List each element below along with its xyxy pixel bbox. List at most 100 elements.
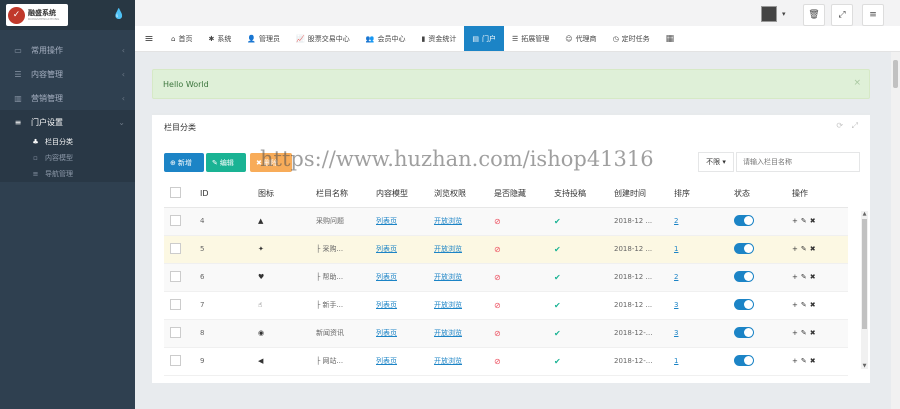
sort-link[interactable]: 1 (674, 357, 678, 365)
add-child-icon[interactable]: + (792, 217, 801, 225)
tab-system[interactable]: ✱ 系统 (200, 26, 239, 51)
edit-icon[interactable]: ✎ (801, 357, 810, 365)
tab-admin[interactable]: 👤 管理员 (239, 26, 288, 51)
add-child-icon[interactable]: + (792, 273, 801, 281)
more-tabs-button[interactable]: ▦ (658, 26, 683, 51)
edit-icon[interactable]: ✎ (801, 245, 810, 253)
sort-link[interactable]: 3 (674, 301, 678, 309)
status-toggle[interactable] (734, 214, 754, 226)
fullscreen-icon[interactable]: ⤢ (852, 121, 858, 130)
permission-link[interactable]: 开放浏览 (434, 217, 462, 225)
edit-icon[interactable]: ✎ (801, 301, 810, 309)
close-icon[interactable]: × (853, 78, 861, 88)
sort-link[interactable]: 2 (674, 217, 678, 225)
model-link[interactable]: 列表页 (376, 273, 397, 281)
sidebar-item-portal[interactable]: ≡ 门户设置 ⌄ (0, 110, 135, 134)
row-checkbox[interactable] (170, 326, 181, 338)
permission-link[interactable]: 开放浏览 (434, 301, 462, 309)
column-header[interactable]: 创建时间 (608, 181, 668, 208)
delete-icon[interactable]: ✖ (810, 217, 819, 225)
tab-cron[interactable]: ◷ 定时任务 (605, 26, 658, 51)
trash-button[interactable]: 🗑 (803, 4, 825, 26)
column-header[interactable]: ID (194, 181, 252, 208)
tab-stock[interactable]: 📈 股票交易中心 (288, 26, 358, 51)
tab-portal[interactable]: ▤ 门户 (464, 26, 504, 51)
table-row[interactable]: 9 ◀ ├ 网站... 列表页 开放浏览 ⊘ ✔ 2018-12-... 1 +… (164, 347, 848, 376)
sidebar-subitem-model[interactable]: ▫ 内容模型 (0, 150, 135, 166)
column-header[interactable]: 浏览权限 (428, 181, 488, 208)
status-toggle[interactable] (734, 326, 754, 338)
row-checkbox[interactable] (170, 270, 181, 282)
status-toggle[interactable] (734, 354, 754, 366)
caret-down-icon[interactable]: ▾ (782, 10, 786, 18)
sort-link[interactable]: 1 (674, 245, 678, 253)
sidebar-toggle[interactable]: ≡ (135, 26, 163, 51)
edit-button[interactable]: ✎ 编辑 (206, 153, 246, 172)
column-header[interactable]: 图标 (252, 181, 310, 208)
delete-icon[interactable]: ✖ (810, 245, 819, 253)
select-all-checkbox[interactable] (164, 181, 194, 208)
delete-icon[interactable]: ✖ (810, 357, 819, 365)
table-row[interactable]: 5 ✦ ├ 采购... 列表页 开放浏览 ⊘ ✔ 2018-12 ... 1 +… (164, 235, 848, 264)
status-toggle[interactable] (734, 298, 754, 310)
sidebar-item-common[interactable]: ▭ 常用操作 ‹ (0, 38, 135, 62)
row-checkbox[interactable] (170, 242, 181, 254)
model-link[interactable]: 列表页 (376, 329, 397, 337)
search-input[interactable] (736, 152, 860, 172)
add-child-icon[interactable]: + (792, 329, 801, 337)
model-link[interactable]: 列表页 (376, 245, 397, 253)
table-row[interactable]: 6 ♥ ├ 帮助... 列表页 开放浏览 ⊘ ✔ 2018-12 ... 2 +… (164, 263, 848, 292)
delete-icon[interactable]: ✖ (810, 301, 819, 309)
sort-link[interactable]: 3 (674, 329, 678, 337)
tab-agent[interactable]: ☺ 代理商 (557, 26, 604, 51)
row-checkbox[interactable] (170, 214, 181, 226)
permission-link[interactable]: 开放浏览 (434, 273, 462, 281)
tab-extend[interactable]: ☰ 拓展管理 (504, 26, 557, 51)
refresh-icon[interactable]: ⟳ (836, 121, 843, 130)
add-child-icon[interactable]: + (792, 245, 801, 253)
permission-link[interactable]: 开放浏览 (434, 329, 462, 337)
scroll-up-icon[interactable]: ▲ (861, 211, 868, 217)
column-header[interactable]: 状态 (728, 181, 786, 208)
sidebar-subitem-category[interactable]: ♣ 栏目分类 (0, 134, 135, 150)
model-link[interactable]: 列表页 (376, 301, 397, 309)
sidebar-item-marketing[interactable]: ▥ 营销管理 ‹ (0, 86, 135, 110)
model-link[interactable]: 列表页 (376, 217, 397, 225)
column-header[interactable]: 操作 (786, 181, 848, 208)
sidebar-subitem-nav[interactable]: ≡ 导航管理 (0, 166, 135, 182)
page-scrollbar[interactable] (891, 52, 900, 409)
column-header[interactable]: 内容模型 (370, 181, 428, 208)
edit-icon[interactable]: ✎ (801, 329, 810, 337)
model-link[interactable]: 列表页 (376, 357, 397, 365)
permission-link[interactable]: 开放浏览 (434, 357, 462, 365)
row-checkbox[interactable] (170, 354, 181, 366)
table-scrollbar-thumb[interactable] (862, 219, 867, 329)
table-row[interactable]: 4 ▲ 采购问题 列表页 开放浏览 ⊘ ✔ 2018-12 ... 2 +✎✖ (164, 207, 848, 236)
sort-link[interactable]: 2 (674, 273, 678, 281)
tab-funds[interactable]: ▮ 资金统计 (413, 26, 464, 51)
column-header[interactable]: 支持投稿 (548, 181, 608, 208)
tab-home[interactable]: ⌂ 首页 (163, 26, 200, 51)
droplet-icon[interactable]: 💧 (113, 9, 125, 20)
status-toggle[interactable] (734, 270, 754, 282)
avatar[interactable] (761, 6, 777, 22)
tab-members[interactable]: 👥 会员中心 (358, 26, 414, 51)
add-child-icon[interactable]: + (792, 357, 801, 365)
table-scrollbar[interactable]: ▲ ▼ (861, 211, 868, 369)
add-child-icon[interactable]: + (792, 301, 801, 309)
filter-select[interactable]: 不限 ▾ (698, 152, 734, 172)
page-scrollbar-thumb[interactable] (893, 60, 898, 88)
table-row[interactable]: 8 ◉ 新闻资讯 列表页 开放浏览 ⊘ ✔ 2018-12-... 3 +✎✖ (164, 319, 848, 348)
add-button[interactable]: ⊕ 新增 (164, 153, 204, 172)
row-checkbox[interactable] (170, 298, 181, 310)
permission-link[interactable]: 开放浏览 (434, 245, 462, 253)
menu-button[interactable]: ≡ (862, 4, 884, 26)
sidebar-item-content[interactable]: ☰ 内容管理 ‹ (0, 62, 135, 86)
logo[interactable]: ✓ 融盛系统 RONGSHENGXITONG (6, 4, 68, 26)
status-toggle[interactable] (734, 242, 754, 254)
scroll-down-icon[interactable]: ▼ (861, 363, 868, 369)
column-header[interactable]: 栏目名称 (310, 181, 370, 208)
delete-icon[interactable]: ✖ (810, 329, 819, 337)
delete-icon[interactable]: ✖ (810, 273, 819, 281)
expand-button[interactable]: ⤢ (831, 4, 853, 26)
